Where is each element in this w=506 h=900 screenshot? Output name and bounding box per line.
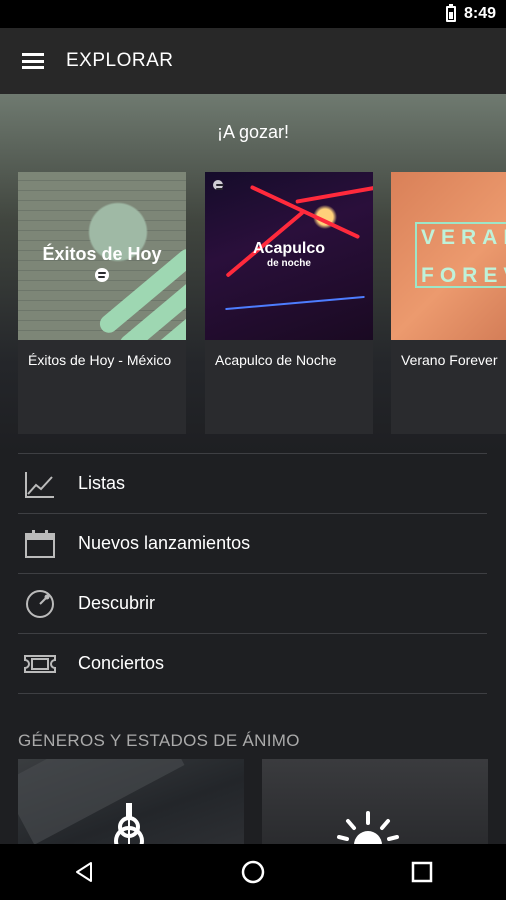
- back-button[interactable]: [54, 844, 114, 900]
- playlist-cover: Éxitos de Hoy: [18, 172, 186, 340]
- system-nav-bar: [0, 844, 506, 900]
- playlist-cover: Acapulco de noche: [205, 172, 373, 340]
- genre-tile[interactable]: [18, 759, 244, 845]
- spotify-logo-icon: [213, 180, 224, 190]
- calendar-icon: [25, 530, 55, 558]
- browse-menu: Listas Nuevos lanzamientos Descubrir Con…: [18, 453, 487, 694]
- hamburger-icon: [22, 53, 44, 69]
- playlist-card-acapulco[interactable]: Acapulco de noche Acapulco de Noche: [205, 172, 373, 434]
- back-icon: [76, 862, 93, 882]
- featured-section: ¡A gozar! Éxitos de Hoy Éxitos de Hoy - …: [0, 94, 506, 454]
- playlist-card-exitos[interactable]: Éxitos de Hoy Éxitos de Hoy - México: [18, 172, 186, 434]
- playlist-label: Éxitos de Hoy - México: [28, 352, 172, 368]
- cover-title-bottom: FOREVER: [421, 264, 506, 287]
- menu-item-label: Conciertos: [78, 653, 165, 673]
- menu-button[interactable]: [0, 28, 66, 94]
- menu-item-label: Descubrir: [78, 593, 156, 613]
- menu-item-conciertos[interactable]: Conciertos: [18, 633, 487, 694]
- playlist-label: Acapulco de Noche: [215, 352, 337, 368]
- playlist-cover: VERANO FOREVER: [391, 172, 506, 340]
- playlist-card-verano[interactable]: VERANO FOREVER Verano Forever: [391, 172, 506, 434]
- menu-item-nuevos-lanzamientos[interactable]: Nuevos lanzamientos: [18, 513, 487, 573]
- genre-tile[interactable]: [262, 759, 488, 845]
- sun-icon: [337, 811, 399, 845]
- cover-title-top: VERANO: [421, 226, 506, 249]
- ticket-icon: [24, 655, 56, 673]
- battery-icon: [445, 4, 456, 22]
- recents-icon: [411, 861, 432, 883]
- menu-item-descubrir[interactable]: Descubrir: [18, 573, 487, 633]
- playlist-label: Verano Forever: [401, 352, 498, 368]
- spotify-logo-icon: [95, 268, 109, 282]
- compass-icon: [26, 590, 54, 618]
- menu-item-listas[interactable]: Listas: [18, 453, 487, 513]
- guitar-icon: [114, 803, 144, 845]
- status-time: 8:49: [463, 5, 496, 22]
- menu-item-label: Nuevos lanzamientos: [78, 533, 251, 553]
- home-button[interactable]: [223, 844, 283, 900]
- status-bar: 8:49: [0, 0, 506, 28]
- cover-title: Éxitos de Hoy: [42, 244, 162, 264]
- genres-section-title: GÉNEROS Y ESTADOS DE ÁNIMO: [18, 731, 300, 750]
- page-title: EXPLORAR: [66, 50, 174, 71]
- cover-subtitle: de noche: [267, 258, 311, 269]
- featured-title: ¡A gozar!: [216, 122, 290, 142]
- home-icon: [241, 860, 265, 884]
- menu-item-label: Listas: [78, 473, 126, 493]
- app-bar: EXPLORAR: [0, 28, 506, 94]
- cover-title: Acapulco: [252, 240, 325, 257]
- recents-button[interactable]: [392, 844, 452, 900]
- chart-line-icon: [25, 472, 54, 498]
